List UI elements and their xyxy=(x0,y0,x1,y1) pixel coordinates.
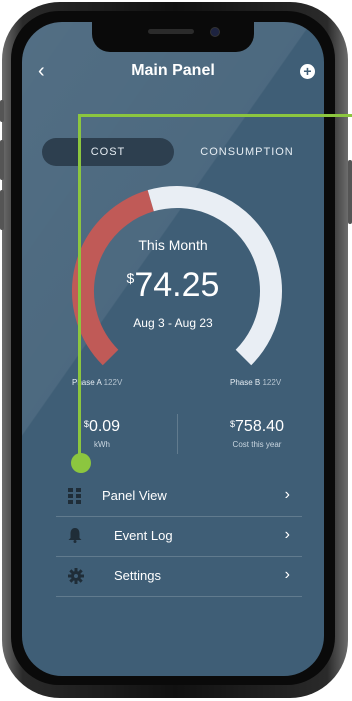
menu-label-panel-view: Panel View xyxy=(102,488,167,503)
tab-cost-label: COST xyxy=(90,146,126,158)
gauge-amount: $74.25 xyxy=(22,266,324,305)
menu-item-settings[interactable]: Settings › xyxy=(56,556,302,597)
front-camera xyxy=(210,27,220,37)
menu-item-event-log[interactable]: Event Log › xyxy=(56,516,302,557)
year-cost-value: $758.40 xyxy=(212,418,302,436)
gauge-value: 74.25 xyxy=(134,266,220,304)
phase-b-name: Phase B xyxy=(230,378,261,387)
gear-icon xyxy=(68,568,84,584)
gauge-heading: This Month xyxy=(138,237,208,253)
callout-line-vertical xyxy=(78,114,81,464)
chevron-right-icon: › xyxy=(284,486,290,503)
add-icon[interactable]: + xyxy=(300,64,315,79)
year-number: 758.40 xyxy=(235,418,284,435)
menu-item-panel-view[interactable]: Panel View › xyxy=(56,476,302,517)
rate-value: $0.09 xyxy=(62,418,142,436)
phase-a-volts: 122V xyxy=(103,378,123,387)
tab-consumption[interactable]: CONSUMPTION xyxy=(194,146,300,158)
mute-switch xyxy=(0,100,4,122)
year-currency: $ xyxy=(230,419,236,429)
chevron-right-icon: › xyxy=(284,526,290,543)
rate-currency: $ xyxy=(83,419,89,429)
menu-label-settings: Settings xyxy=(114,568,161,583)
year-cost-caption: Cost this year xyxy=(232,440,282,449)
rate-number: 0.09 xyxy=(88,418,121,435)
volume-up-button xyxy=(0,140,4,180)
phase-b-volts: 122V xyxy=(262,378,282,387)
app-screen: ‹ Main Panel + COST CONSUMPTION This Mon… xyxy=(22,22,324,676)
page-title: Main Panel xyxy=(131,62,215,79)
phase-a-name: Phase A xyxy=(72,378,102,387)
bell-icon xyxy=(68,528,82,543)
speaker xyxy=(148,29,194,34)
volume-down-button xyxy=(0,190,4,230)
power-button xyxy=(348,160,352,224)
chevron-right-icon: › xyxy=(284,566,290,583)
callout-line-horizontal xyxy=(78,114,352,117)
menu-label-event-log: Event Log xyxy=(114,528,173,543)
notch xyxy=(92,22,254,52)
callout-dot xyxy=(71,453,91,473)
phase-b-label: Phase B 122V xyxy=(230,378,281,387)
gauge-currency: $ xyxy=(126,270,135,286)
panel-grid-icon xyxy=(68,488,81,504)
gauge-date-range: Aug 3 - Aug 23 xyxy=(133,316,213,330)
tab-cost[interactable]: COST xyxy=(42,138,174,166)
rate-unit: kWh xyxy=(94,440,110,449)
stats-divider xyxy=(177,414,178,454)
